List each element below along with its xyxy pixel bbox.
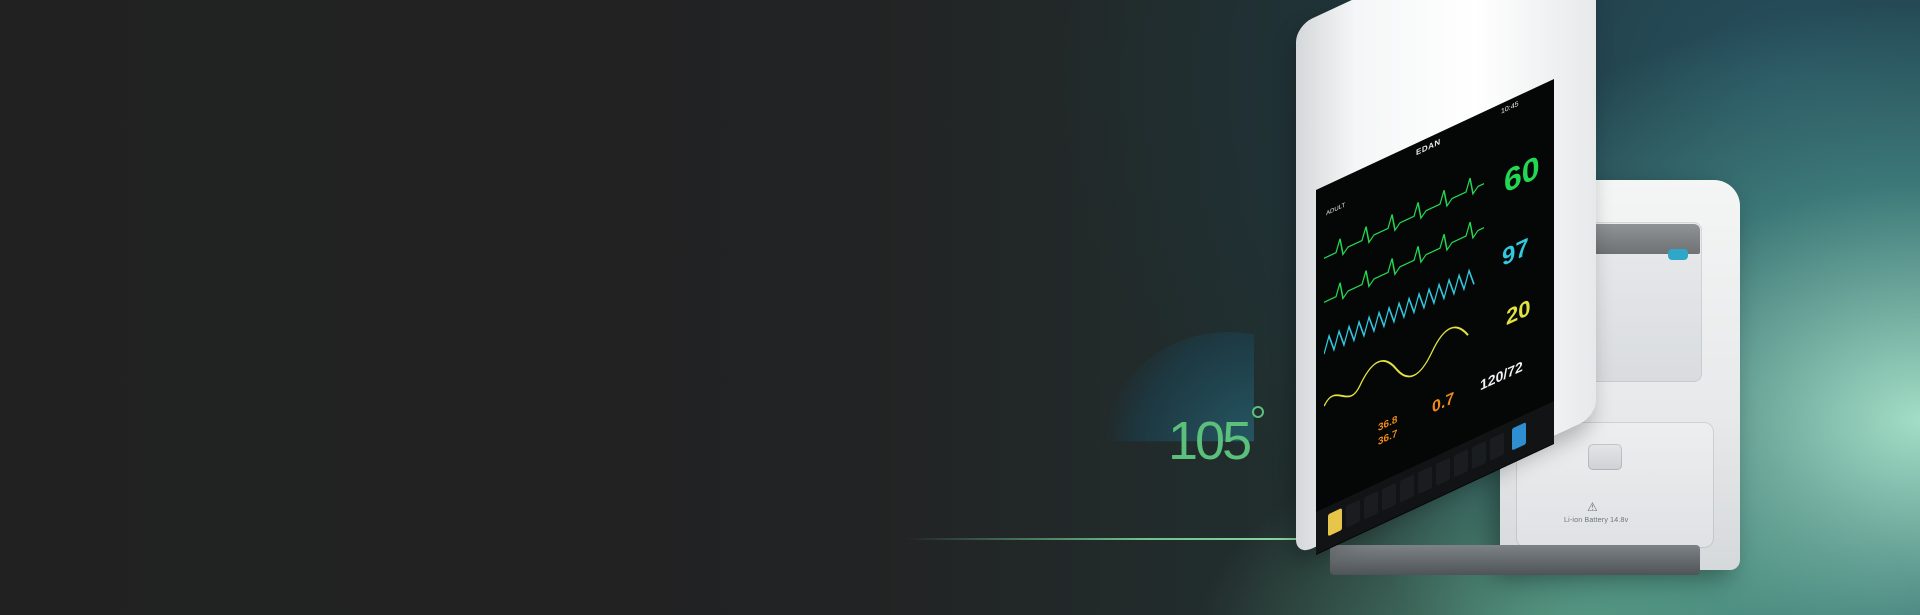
warning-icon: ⚠ <box>1587 500 1598 514</box>
angle-baseline <box>905 538 1300 540</box>
hero-banner: 105 ⚠ Li-ion Battery 14.8v EDAN 10:45 AD… <box>0 0 1920 615</box>
nav-item[interactable] <box>1490 432 1504 461</box>
nav-item[interactable] <box>1400 474 1414 503</box>
nav-item[interactable] <box>1454 449 1468 478</box>
battery-handle <box>1588 444 1622 470</box>
spo2-value: 97 <box>1502 232 1529 273</box>
heart-rate-value: 60 <box>1504 147 1540 201</box>
nav-item[interactable] <box>1364 491 1378 520</box>
nav-item[interactable] <box>1472 440 1486 470</box>
degree-symbol-icon <box>1252 406 1264 418</box>
temperature-delta-value: 0.7 <box>1432 389 1455 417</box>
nav-item-active[interactable] <box>1328 507 1342 537</box>
clock-label: 10:45 <box>1501 100 1519 116</box>
nav-item[interactable] <box>1436 457 1450 487</box>
angle-label: 105 <box>1168 411 1252 471</box>
nibp-value: 120/72 <box>1480 357 1523 394</box>
respiration-value: 20 <box>1506 293 1531 331</box>
nav-item[interactable] <box>1418 465 1432 495</box>
printer-button <box>1668 249 1688 260</box>
nav-item[interactable] <box>1346 499 1360 529</box>
menu-button[interactable] <box>1512 422 1526 451</box>
monitor-stand <box>1330 545 1700 575</box>
nav-item[interactable] <box>1382 482 1396 512</box>
battery-label: Li-ion Battery 14.8v <box>1564 517 1629 524</box>
